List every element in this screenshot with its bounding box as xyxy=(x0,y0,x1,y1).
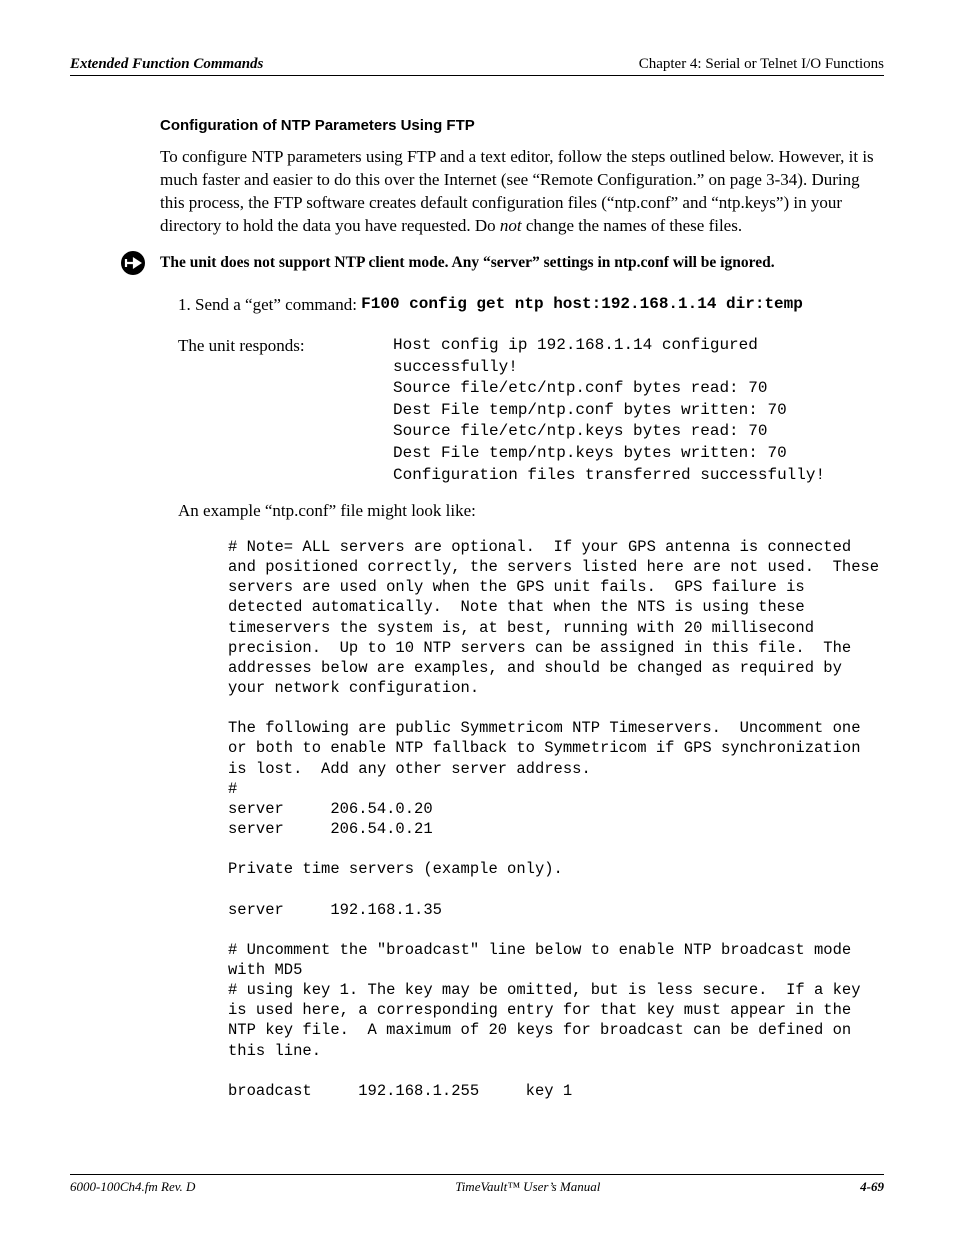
step-1: 1. Send a “get” command: F100 config get… xyxy=(178,294,884,317)
section-title: Configuration of NTP Parameters Using FT… xyxy=(160,116,884,136)
step-1-command-text: F100 config get ntp host:192.168.1.14 di… xyxy=(361,294,803,316)
footer-left: 6000-100Ch4.fm Rev. D xyxy=(70,1179,195,1195)
footer-center: TimeVault™ User’s Manual xyxy=(455,1179,600,1195)
arrow-note-icon xyxy=(120,250,146,276)
ntp-conf-example: # Note= ALL servers are optional. If you… xyxy=(228,537,884,1101)
note-text: The unit does not support NTP client mod… xyxy=(160,253,775,274)
page-header: Extended Function Commands Chapter 4: Se… xyxy=(70,56,884,76)
intro-paragraph: To configure NTP parameters using FTP an… xyxy=(160,146,884,238)
response-label: The unit responds: xyxy=(178,335,393,486)
step-1-command: F100 config get ntp host:192.168.1.14 di… xyxy=(361,294,803,316)
page: Extended Function Commands Chapter 4: Se… xyxy=(0,0,954,1235)
intro-text-b: change the names of these files. xyxy=(522,216,742,235)
note-row: The unit does not support NTP client mod… xyxy=(120,250,884,276)
response-row: The unit responds: Host config ip 192.16… xyxy=(178,335,884,486)
page-footer: 6000-100Ch4.fm Rev. D TimeVault™ User’s … xyxy=(70,1174,884,1195)
step-1-content: 1. Send a “get” command: F100 config get… xyxy=(178,294,803,317)
step-1-label: 1. Send a “get” command: xyxy=(178,295,361,314)
header-left: Extended Function Commands xyxy=(70,56,263,73)
intro-not: not xyxy=(500,216,522,235)
footer-right: 4-69 xyxy=(860,1179,884,1195)
example-label: An example “ntp.conf” file might look li… xyxy=(178,500,884,523)
content: Configuration of NTP Parameters Using FT… xyxy=(160,116,884,1101)
header-right: Chapter 4: Serial or Telnet I/O Function… xyxy=(639,56,884,73)
response-body: Host config ip 192.168.1.14 configured s… xyxy=(393,335,825,486)
